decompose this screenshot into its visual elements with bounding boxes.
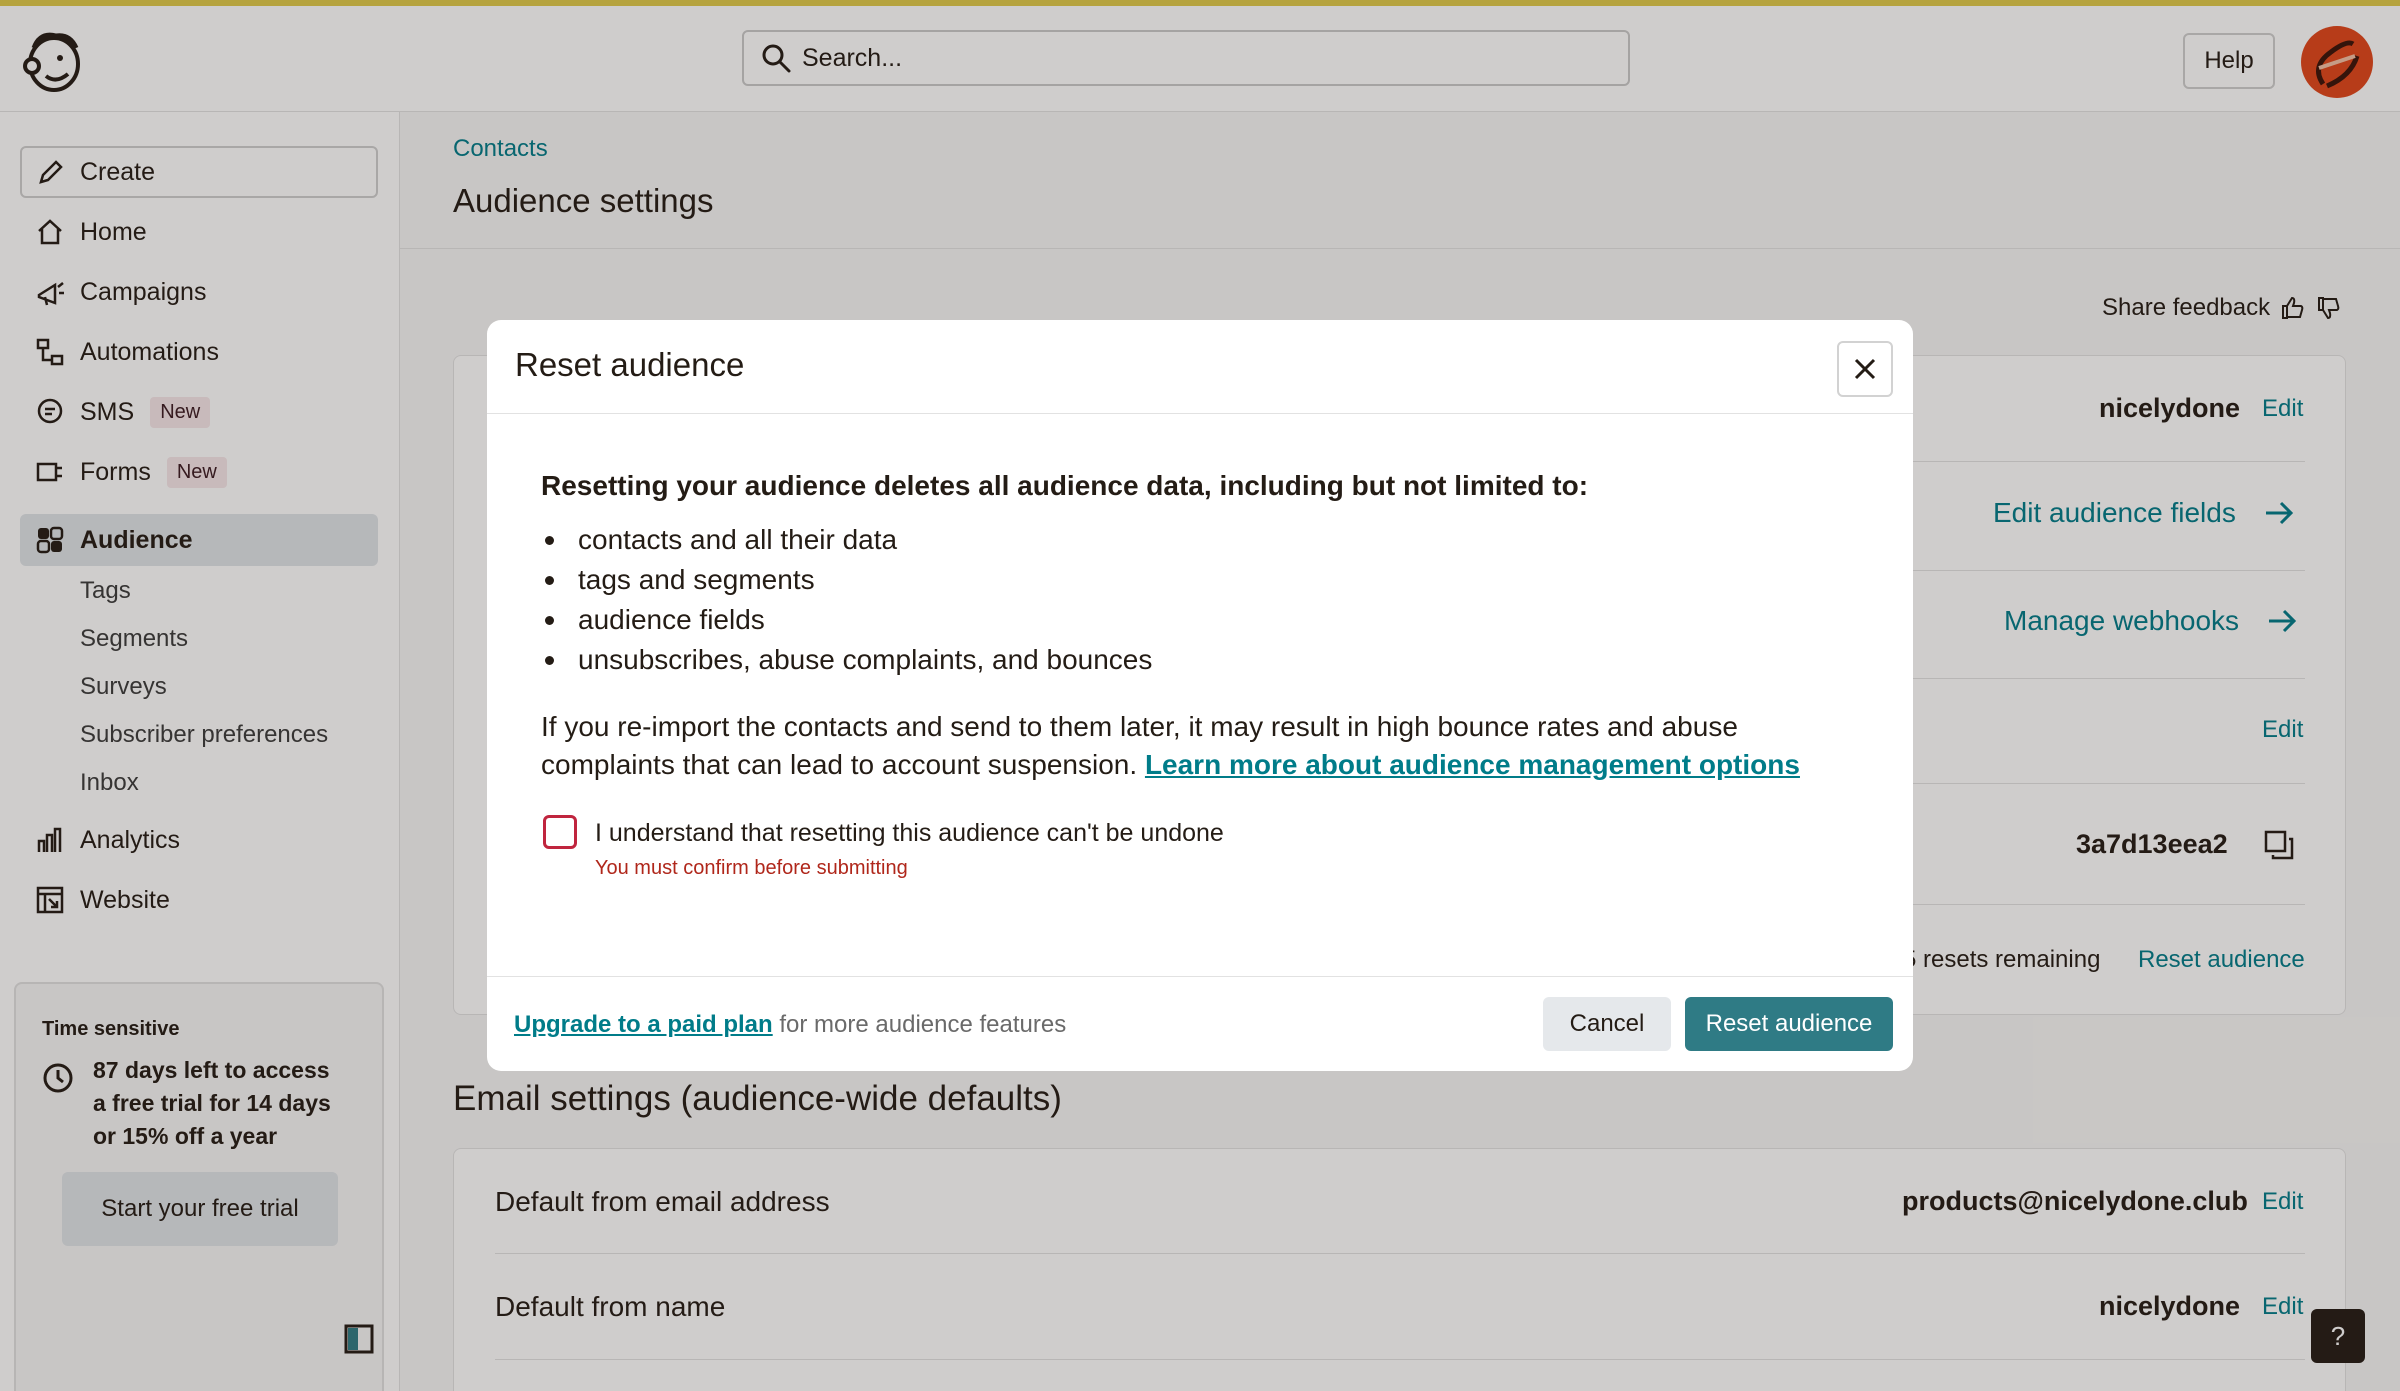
list-item: audience fields: [541, 600, 1152, 640]
cancel-button[interactable]: Cancel: [1543, 997, 1671, 1051]
confirm-checkbox-label[interactable]: I understand that resetting this audienc…: [595, 819, 1224, 848]
deleted-data-list: contacts and all their data tags and seg…: [541, 520, 1152, 680]
reset-audience-button[interactable]: Reset audience: [1685, 997, 1893, 1051]
warning-paragraph: If you re-import the contacts and send t…: [541, 708, 1851, 784]
learn-more-link[interactable]: Learn more about audience management opt…: [1145, 749, 1800, 780]
close-button[interactable]: [1837, 341, 1893, 397]
list-item: unsubscribes, abuse complaints, and boun…: [541, 640, 1152, 680]
reset-audience-dialog: Reset audience Resetting your audience d…: [487, 320, 1913, 1071]
dialog-title: Reset audience: [515, 346, 745, 383]
dialog-header: Reset audience: [487, 320, 1913, 414]
dialog-lead: Resetting your audience deletes all audi…: [541, 470, 1589, 501]
close-icon: [1854, 358, 1876, 380]
confirm-checkbox[interactable]: [543, 815, 577, 849]
upgrade-note: Upgrade to a paid plan for more audience…: [514, 1011, 1066, 1039]
validation-error: You must confirm before submitting: [595, 857, 908, 879]
dialog-footer: Upgrade to a paid plan for more audience…: [487, 976, 1913, 1071]
upgrade-link[interactable]: Upgrade to a paid plan: [514, 1011, 773, 1038]
list-item: contacts and all their data: [541, 520, 1152, 560]
upgrade-suffix: for more audience features: [779, 1011, 1067, 1038]
list-item: tags and segments: [541, 560, 1152, 600]
